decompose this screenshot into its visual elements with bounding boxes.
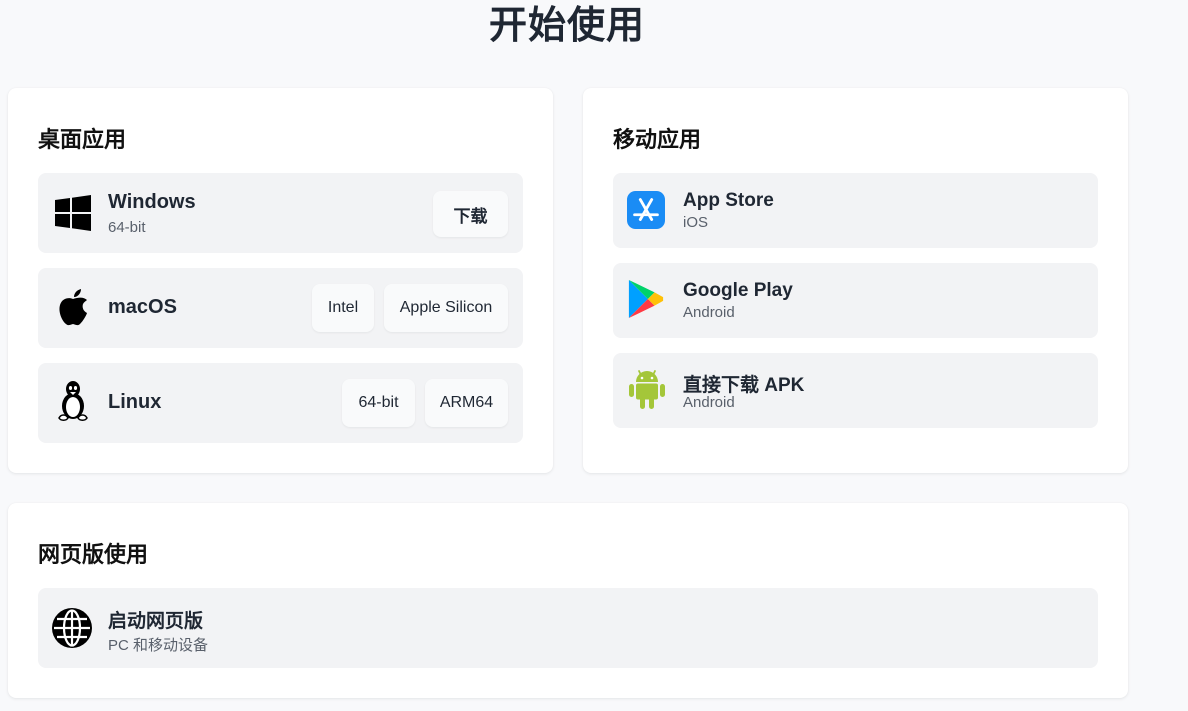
google-play-row[interactable]: Google Play Android [613,263,1098,338]
macos-apple-silicon-button[interactable]: Apple Silicon [384,284,508,332]
windows-name: Windows [108,191,196,213]
macos-row: macOS Intel Apple Silicon [38,268,523,348]
apk-download-platform: Android [683,394,735,411]
linux-row: Linux 64-bit ARM64 [38,363,523,443]
desktop-apps-card: 桌面应用 Windows 64-bit 下载 macOS Intel Apple… [8,88,553,473]
apk-download-row[interactable]: 直接下载 APK Android [613,353,1098,428]
desktop-apps-heading: 桌面应用 [38,127,127,152]
launch-web-devices: PC 和移动设备 [108,637,209,654]
globe-icon [52,608,92,648]
google-play-icon [627,280,665,318]
page-title: 开始使用 [488,5,645,47]
mobile-apps-heading: 移动应用 [613,127,702,152]
apk-download-name: 直接下载 APK [683,375,805,396]
windows-row: Windows 64-bit 下载 [38,173,523,253]
mobile-apps-card: 移动应用 App Store iOS Google Play Android 直… [583,88,1128,473]
linux-arm64-button[interactable]: ARM64 [425,379,508,427]
macos-name: macOS [108,296,177,318]
android-icon [628,370,666,409]
app-store-platform: iOS [683,214,709,231]
app-store-icon [627,191,665,229]
windows-download-button[interactable]: 下载 [433,191,508,237]
linux-tux-icon [54,381,92,421]
macos-intel-button[interactable]: Intel [312,284,374,332]
launch-web-row[interactable]: 启动网页版 PC 和移动设备 [38,588,1098,668]
windows-arch: 64-bit [108,219,146,236]
web-version-heading: 网页版使用 [38,542,149,567]
web-version-card: 网页版使用 启动网页版 PC 和移动设备 [8,503,1128,698]
app-store-row[interactable]: App Store iOS [613,173,1098,248]
google-play-name: Google Play [683,280,793,301]
linux-64bit-button[interactable]: 64-bit [342,379,415,427]
app-store-name: App Store [683,190,774,211]
apple-icon [54,289,92,327]
windows-icon [54,194,92,232]
google-play-platform: Android [683,304,735,321]
launch-web-name: 启动网页版 [108,611,204,632]
linux-name: Linux [108,391,162,413]
